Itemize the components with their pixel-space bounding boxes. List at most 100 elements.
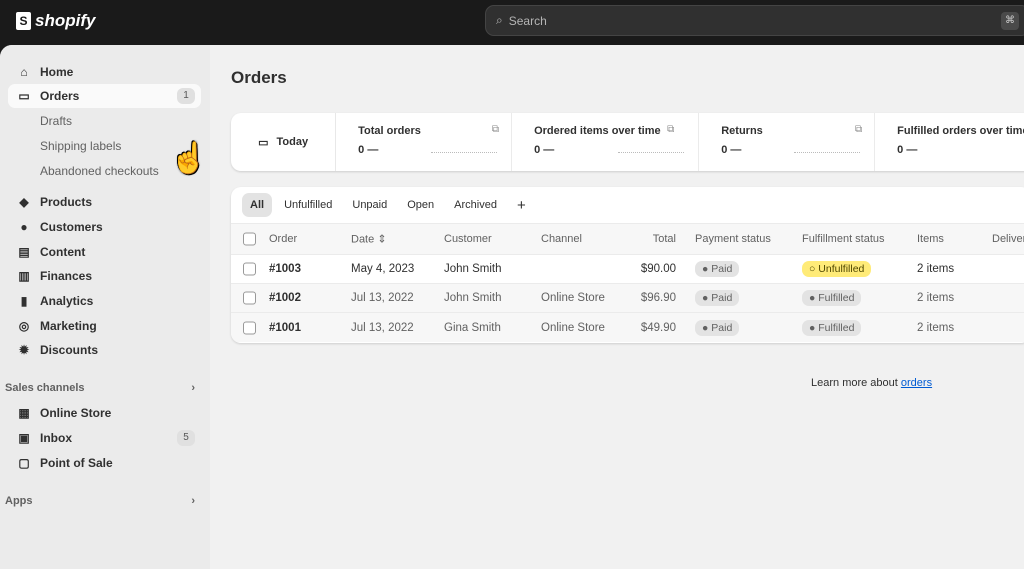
metrics-bar: ▭ Today Total orders 0 — ⧉ Ordered items ov… [231, 113, 1024, 171]
inbox-icon: ▭ [18, 89, 30, 103]
add-view-button[interactable]: + [509, 191, 534, 220]
sidebar-item-discounts[interactable]: ✹ Discounts [8, 338, 201, 362]
order-date: Jul 13, 2022 [351, 321, 414, 334]
row-checkbox[interactable] [243, 262, 256, 276]
home-icon: ⌂ [20, 65, 28, 79]
chevron-right-icon: › [191, 495, 195, 507]
sidebar-item-orders[interactable]: ▭ Orders 1 [8, 84, 201, 108]
order-number[interactable]: #1002 [269, 292, 301, 304]
store-icon: ▦ [18, 406, 30, 420]
tab-archived[interactable]: Archived [446, 193, 505, 217]
column-delivery-method[interactable]: Delivery method [992, 233, 1024, 245]
column-order[interactable]: Order [269, 233, 297, 245]
order-customer: Gina Smith [444, 321, 501, 334]
metric-value: 0 — [358, 144, 379, 156]
sidebar-item-home[interactable]: ⌂ Home [8, 60, 201, 84]
label: Drafts [40, 114, 73, 128]
sparkline [431, 152, 498, 153]
column-total[interactable]: Total [653, 233, 676, 245]
label: Home [40, 65, 74, 79]
view-tabs: All Unfulfilled Unpaid Open Archived + [231, 187, 1024, 224]
date-label: Today [276, 136, 309, 148]
inbox-icon: ▣ [18, 431, 30, 445]
sort-icon: ⇕ [377, 233, 387, 246]
top-bar: Sshopify ⌕ Search ⌘ [0, 0, 1024, 45]
column-channel[interactable]: Channel [541, 233, 582, 245]
sidebar-item-marketing[interactable]: ◎ Marketing [8, 314, 201, 338]
tag-icon: ◆ [19, 195, 29, 209]
column-customer[interactable]: Customer [444, 233, 492, 245]
metric-ordered-items[interactable]: Ordered items over time 0 — ⧉ [512, 113, 700, 171]
order-total: $90.00 [640, 263, 676, 275]
label: Discounts [40, 343, 99, 357]
table-row[interactable]: #1003 May 4, 2023 John Smith $90.00 ● Pa… [231, 255, 1024, 284]
row-checkbox[interactable] [243, 291, 256, 305]
tab-open[interactable]: Open [399, 193, 442, 217]
date-range-button[interactable]: ▭ Today [231, 113, 337, 171]
order-number[interactable]: #1001 [269, 322, 301, 334]
search-input[interactable]: ⌕ Search ⌘ [485, 5, 1024, 36]
payment-status-badge: ● Paid [695, 261, 740, 277]
sidebar-item-inbox[interactable]: ▣ Inbox 5 [8, 426, 201, 450]
table-row[interactable]: #1002 Jul 13, 2022 John Smith Online Sto… [231, 284, 1024, 313]
content-icon: ▤ [18, 245, 30, 259]
order-items: 2 items [917, 263, 955, 275]
metric-total-orders[interactable]: Total orders 0 — ⧉ [336, 113, 513, 171]
column-payment-status[interactable]: Payment status [695, 233, 771, 245]
label: Finances [40, 269, 93, 283]
order-total: $49.90 [640, 321, 676, 334]
fulfillment-status-badge: ● Fulfilled [802, 319, 862, 336]
page-title: Orders [231, 68, 287, 87]
sidebar-item-point-of-sale[interactable]: ▢ Point of Sale [8, 451, 201, 475]
sidebar-item-finances[interactable]: ▥ Finances [8, 264, 201, 288]
order-date: May 4, 2023 [351, 263, 415, 275]
sidebar-item-customers[interactable]: ● Customers [8, 215, 201, 239]
label: Orders [40, 89, 80, 103]
metric-fulfilled-orders[interactable]: Fulfilled orders over time 0 — [875, 113, 1024, 171]
sidebar-item-online-store[interactable]: ▦ Online Store [8, 401, 201, 425]
order-channel: Online Store [541, 292, 605, 304]
report-icon[interactable]: ⧉ [492, 124, 499, 135]
column-fulfillment-status[interactable]: Fulfillment status [802, 233, 885, 245]
calendar-icon: ▭ [258, 136, 269, 149]
report-icon[interactable]: ⧉ [855, 124, 862, 135]
column-items[interactable]: Items [917, 233, 944, 245]
table-row[interactable]: #1001 Jul 13, 2022 Gina Smith Online Sto… [231, 313, 1024, 342]
report-icon[interactable]: ⧉ [667, 124, 674, 135]
row-checkbox[interactable] [243, 321, 256, 334]
select-all-checkbox[interactable] [243, 232, 256, 246]
sidebar-item-content[interactable]: ▤ Content [8, 240, 201, 264]
order-items: 2 items [917, 292, 955, 304]
label: Content [40, 245, 86, 259]
order-items: 2 items [917, 321, 955, 334]
order-total: $96.90 [640, 292, 676, 304]
inbox-count-badge: 5 [177, 430, 195, 446]
metric-returns[interactable]: Returns 0 — ⧉ [699, 113, 876, 171]
tab-unpaid[interactable]: Unpaid [344, 193, 395, 217]
shopify-bag-icon: S [16, 12, 31, 30]
orders-help-link[interactable]: orders [901, 377, 932, 389]
sidebar-item-products[interactable]: ◆ Products [8, 190, 201, 214]
orders-table: All Unfulfilled Unpaid Open Archived + O… [231, 187, 1024, 343]
sidebar-item-analytics[interactable]: ▮ Analytics [8, 289, 201, 313]
metric-value: 0 — [534, 144, 555, 156]
chevron-right-icon: › [191, 382, 195, 394]
tab-all[interactable]: All [242, 193, 273, 217]
label: Point of Sale [40, 456, 113, 470]
metric-title: Total orders [358, 125, 421, 137]
sales-channels-section[interactable]: Sales channels › [5, 382, 195, 394]
column-date[interactable]: Date ⇕ [351, 233, 387, 246]
discount-icon: ✹ [18, 343, 30, 357]
sidebar-item-drafts[interactable]: Drafts [8, 109, 201, 133]
order-number[interactable]: #1003 [269, 263, 301, 275]
brand-name: shopify [35, 11, 96, 30]
order-customer: John Smith [444, 292, 502, 304]
tab-unfulfilled[interactable]: Unfulfilled [276, 193, 340, 217]
chart-icon: ▮ [20, 294, 28, 308]
search-icon: ⌕ [496, 13, 503, 27]
person-icon: ● [20, 220, 28, 234]
shopify-logo[interactable]: Sshopify [16, 11, 95, 31]
label: Analytics [40, 294, 94, 308]
sparkline [794, 152, 861, 153]
apps-section[interactable]: Apps › [5, 495, 195, 507]
